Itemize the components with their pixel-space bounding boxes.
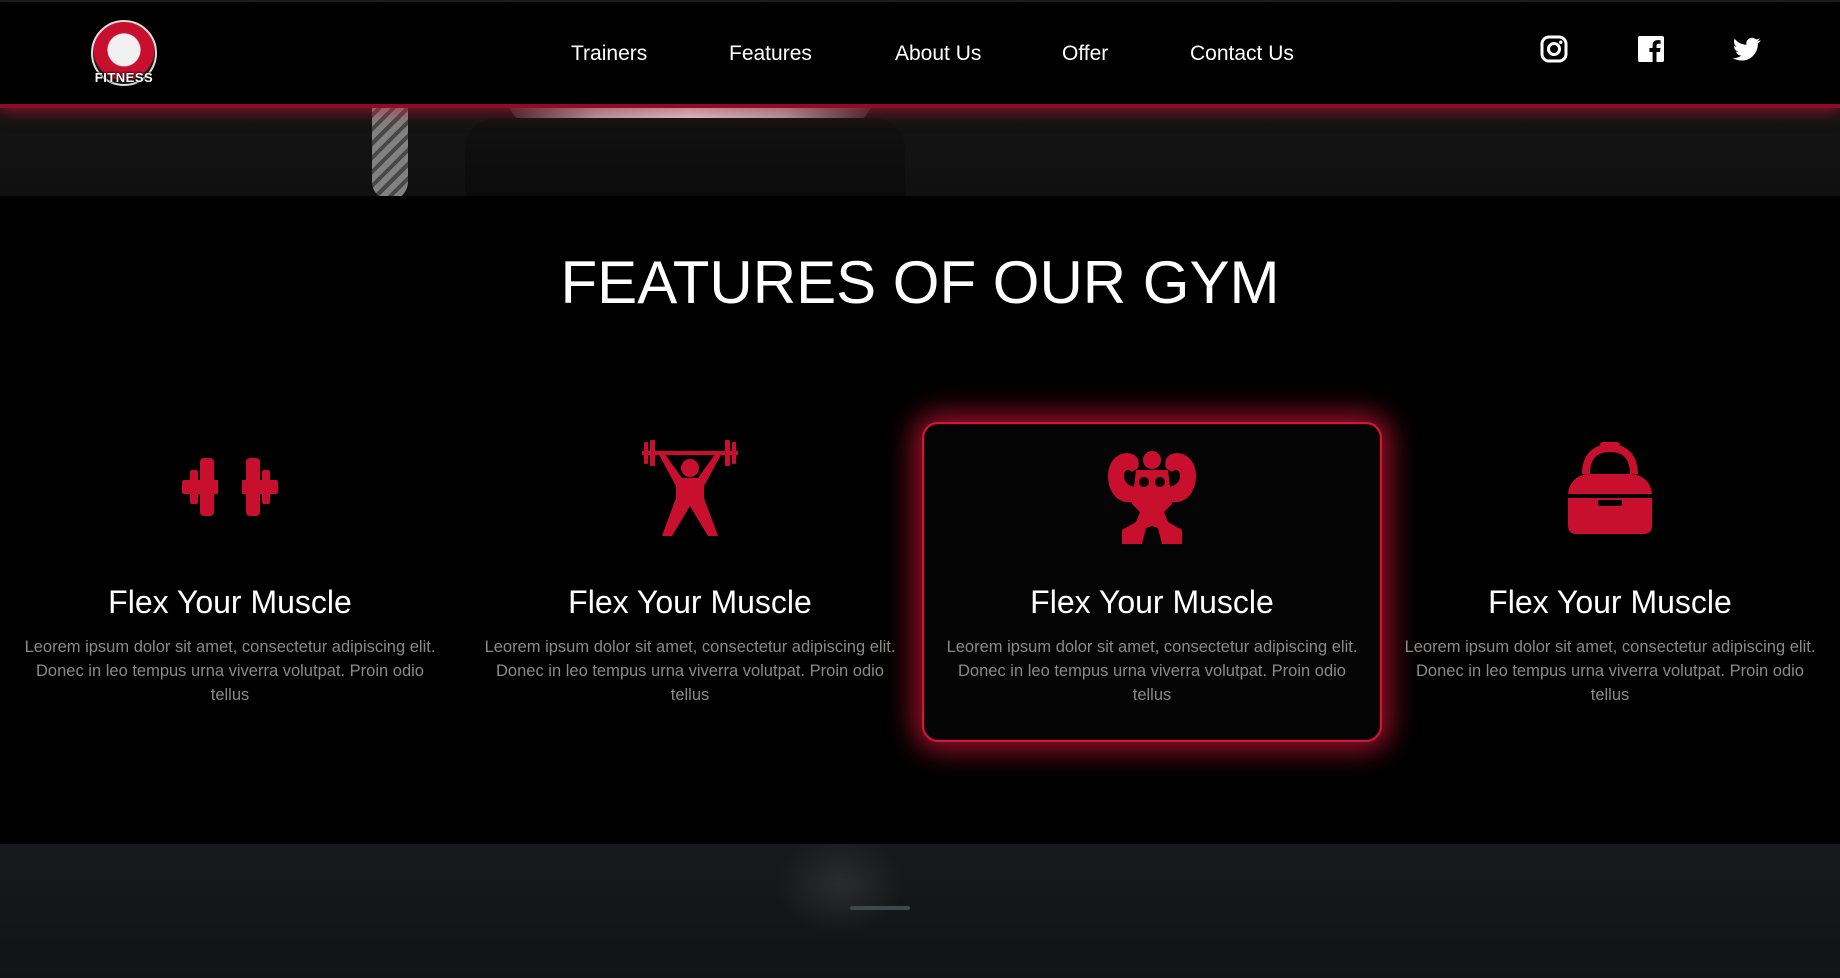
dumbbell-icon: [0, 438, 460, 538]
card-title: Flex Your Muscle: [108, 584, 352, 620]
instagram-icon[interactable]: [1540, 35, 1568, 63]
nav-offer[interactable]: Offer: [1062, 42, 1108, 66]
bottom-background-image: [0, 844, 1840, 978]
card-description: Leorem ipsum dolor sit amet, consectetur…: [1404, 638, 1816, 704]
feature-card-active[interactable]: Flex Your Muscle Leorem ipsum dolor sit …: [922, 422, 1382, 742]
facebook-icon[interactable]: [1637, 35, 1665, 63]
nav-about-us[interactable]: About Us: [895, 42, 981, 66]
card-description: Leorem ipsum dolor sit amet, consectetur…: [484, 638, 896, 704]
nav-contact-us[interactable]: Contact Us: [1190, 42, 1294, 66]
twitter-icon[interactable]: [1733, 35, 1761, 63]
logo-text: FITNESS: [94, 70, 154, 85]
bodybuilder-icon: [924, 446, 1380, 546]
card-description: Leorem ipsum dolor sit amet, consectetur…: [24, 638, 436, 704]
section-title: FEATURES OF OUR GYM: [560, 249, 1280, 316]
site-header: FITNESS Trainers Features About Us Offer…: [0, 2, 1840, 104]
feature-card[interactable]: Flex Your Muscle Leorem ipsum dolor sit …: [1380, 424, 1840, 744]
features-section: FEATURES OF OUR GYM Flex Your Muscle Leo…: [0, 196, 1840, 844]
card-title: Flex Your Muscle: [1030, 584, 1274, 620]
nav-trainers[interactable]: Trainers: [571, 42, 647, 66]
card-title: Flex Your Muscle: [1488, 584, 1732, 620]
card-title: Flex Your Muscle: [568, 584, 812, 620]
card-description: Leorem ipsum dolor sit amet, consectetur…: [946, 638, 1358, 704]
feature-card[interactable]: Flex Your Muscle Leorem ipsum dolor sit …: [0, 424, 460, 744]
battle-rope: [372, 90, 408, 196]
athlete-shorts: [465, 118, 905, 196]
gym-bag-icon: [1380, 438, 1840, 538]
bottle-glint: [850, 906, 910, 910]
weightlifter-icon: [460, 438, 920, 538]
nav-features[interactable]: Features: [729, 42, 812, 66]
feature-card[interactable]: Flex Your Muscle Leorem ipsum dolor sit …: [460, 424, 920, 744]
